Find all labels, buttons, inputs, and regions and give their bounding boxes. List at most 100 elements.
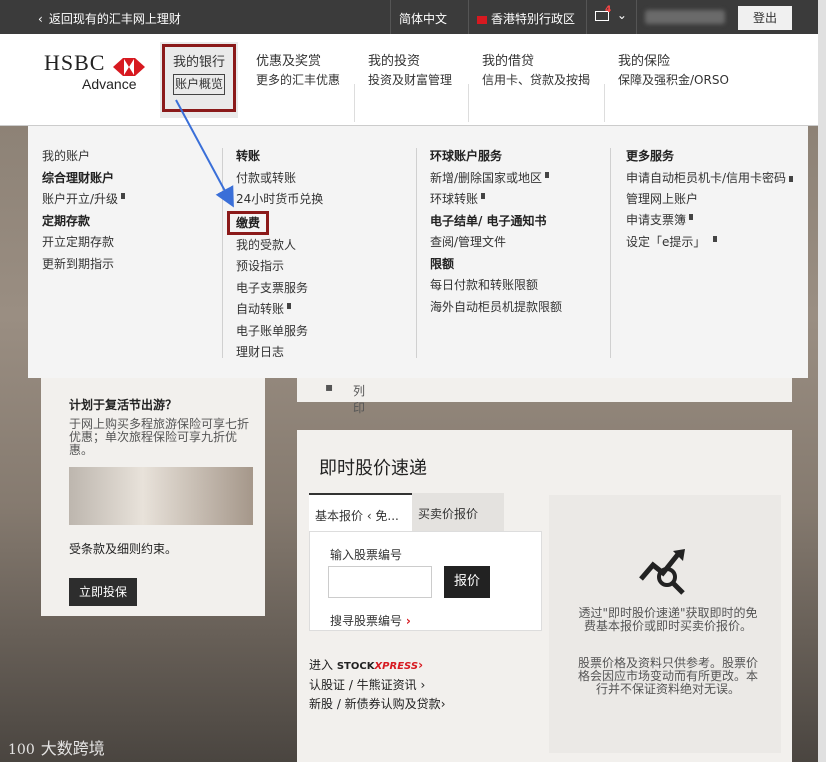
stockxpress-link[interactable]: 进入 STOCKXPRESS› [309,656,446,676]
menu-column-accounts: 我的账户 综合理财账户 账户开立/升级 定期存款 开立定期存款 更新到期指示 [42,146,126,276]
search-stock-link[interactable]: 搜寻股票编号 › [330,612,411,629]
quote-panel: 输入股票编号 报价 搜寻股票编号 › [309,531,542,631]
mail-button[interactable]: 4 ⌄ [586,0,636,34]
tab-bid-ask-quote[interactable]: 买卖价报价 [412,493,504,531]
menu-heading-time-deposit: 定期存款 [42,213,91,228]
quote-disclaimer: 股票价格及资料只供参考。股票价格会因应市场变动而有所更改。本行并不保证资料绝对无… [577,656,758,696]
logo-sub: Advance [82,76,137,92]
lock-icon [789,175,794,182]
highlight-box: 缴费 [227,210,270,235]
menu-item-bill-payment[interactable]: 缴费 [227,210,323,235]
language-label: 简体中文 [399,12,448,26]
menu-heading-e-statements: 电子结单/ 电子通知书 [430,213,547,228]
menu-item-global-transfer[interactable]: 环球转账 [430,189,562,211]
nav-insurance[interactable]: 我的保险 保障及强积金/ORSO [618,52,729,90]
menu-item-account-open[interactable]: 账户开立/升级 [42,189,126,211]
menu-item-add-remove-country[interactable]: 新增/删除国家或地区 [430,168,562,190]
promo-card: 计划于复活节出游？ 于网上购买多程旅游保险可享七折优惠；单次旅程保险可享九折优惠… [41,378,265,616]
region-selector[interactable]: 香港特别行政区 [468,0,586,34]
nav-label: 我的银行 [173,55,226,70]
menu-item-preset-instructions[interactable]: 预设指示 [236,256,323,278]
nav-divider [604,84,605,122]
menu-item-fx[interactable]: 24小时货币兑换 [236,189,323,211]
menu-item-maturity-instructions[interactable]: 更新到期指示 [42,254,125,276]
nav-sub[interactable]: 账户概览 [173,74,225,95]
highlight-box: 我的银行 账户概览 [162,44,236,112]
menu-item-label: 自动转账 [236,302,285,316]
hsbc-logo[interactable]: HSBC Advance [44,50,146,92]
menu-item-daily-limit[interactable]: 每日付款和转账限额 [430,275,562,297]
stock-code-input[interactable] [328,566,432,598]
menu-heading-transfer: 转账 [236,149,261,163]
menu-item-e-bill[interactable]: 电子账单服务 [236,321,323,343]
menu-item-open-deposit[interactable]: 开立定期存款 [42,232,125,254]
buy-now-button[interactable]: 立即投保 [69,578,137,606]
nav-borrowing[interactable]: 我的借贷信用卡、贷款及按揭 [482,52,590,90]
stock-quote-card: 即时股价速递 基本报价 ‹ 免... 买卖价报价 输入股票编号 报价 搜寻股票编… [297,430,792,762]
menu-item-manage-online[interactable]: 管理网上账户 [626,189,796,211]
print-link[interactable]: 列印 ▪ [325,380,365,415]
nav-label: 我的投资 [368,54,421,69]
nav-label: 我的借贷 [482,54,535,69]
nav-investment[interactable]: 我的投资 投资及财富管理 [368,52,452,90]
link-prefix: 进入 [309,658,337,672]
menu-item-payment-transfer[interactable]: 付款或转账 [236,168,323,190]
back-link[interactable]: ‹ 返回现有的汇丰网上理财 [38,10,181,27]
chevron-right-icon: › [418,658,424,672]
logout-button[interactable]: 登出 [738,6,792,30]
nav-sub: 信用卡、贷款及按揭 [482,73,591,87]
lock-icon [713,235,718,242]
nav-offers[interactable]: 优惠及奖赏 更多的汇丰优惠 [256,52,340,90]
menu-heading-global-services: 环球账户服务 [430,149,503,163]
menu-item-finance-diary[interactable]: 理财日志 [236,342,323,364]
blurred-username [645,10,725,24]
menu-item-my-accounts[interactable]: 我的账户 [42,146,125,168]
mail-count-badge: 4 [605,5,612,15]
menu-column-more: 更多服务 申请自动柜员机卡/信用卡密码 管理网上账户 申请支票簿 设定「e提示」 [626,146,796,253]
nav-label: 优惠及奖赏 [256,54,322,69]
language-selector[interactable]: 简体中文 ⌄ [390,0,468,41]
back-label: 返回现有的汇丰网上理财 [48,12,181,26]
tab-basic-quote[interactable]: 基本报价 ‹ 免... [309,493,412,531]
region-label: 香港特别行政区 [491,12,576,26]
quote-button[interactable]: 报价 [444,566,490,598]
lock-icon [287,303,292,309]
menu-item-atm-limit[interactable]: 海外自动柜员机提款限额 [430,297,562,319]
menu-item-label: 申请自动柜员机卡/信用卡密码 [626,170,787,185]
scrollbar[interactable] [818,0,826,762]
menu-divider [610,148,611,358]
quote-info-panel: 透过"即时股价速递"获取即时的免费基本报价或即时买卖价报价。 股票价格及资料只供… [549,495,781,753]
menu-item-auto-transfer[interactable]: 自动转账 [236,299,323,321]
menu-item-label: 申请支票簿 [626,213,687,227]
menu-divider [416,148,417,358]
promo-desc: 于网上购买多程旅游保险可享七折优惠；单次旅程保险可享九折优惠。 [69,417,250,457]
menu-item-e-alert[interactable]: 设定「e提示」 [626,232,796,254]
stock-code-label: 输入股票编号 [330,548,403,562]
warrants-label: 认股证 / 牛熊证资讯 [309,678,417,692]
promo-terms: 受条款及细则约束。 [69,542,178,556]
chevron-down-icon: ⌄ [616,8,627,22]
nav-my-banking[interactable]: 我的银行 账户概览 [160,42,238,118]
ipo-label: 新股 / 新债券认购及贷款 [309,697,441,711]
menu-heading-more-services: 更多服务 [626,149,675,163]
ipo-link[interactable]: 新股 / 新债券认购及贷款› [309,695,446,714]
warrants-link[interactable]: 认股证 / 牛熊证资讯 › [309,676,446,695]
quote-info-text: 透过"即时股价速递"获取即时的免费基本报价或即时买卖价报价。 [578,606,758,633]
menu-item-atm-pin[interactable]: 申请自动柜员机卡/信用卡密码 [626,168,796,189]
menu-item-my-payees[interactable]: 我的受款人 [236,235,323,257]
xpress-logo-text: XPRESS [374,661,419,672]
user-name [636,0,736,34]
menu-item-cheque-book[interactable]: 申请支票簿 [626,210,796,232]
watermark-logo: 100 [8,742,35,758]
print-label: 列印 [353,384,366,415]
chevron-left-icon: ‹ [38,12,43,26]
menu-item-view-documents[interactable]: 查阅/管理文件 [430,232,562,254]
nav-divider [354,84,355,122]
watermark: 100 大数跨境 [8,735,105,759]
menu-item-e-cheque[interactable]: 电子支票服务 [236,278,323,300]
lock-icon [481,193,486,199]
menu-item-label: 缴费 [236,215,261,230]
menu-item-label: 账户开立/升级 [42,192,119,206]
quote-title: 即时股价速递 [319,458,427,479]
watermark-text: 大数跨境 [40,739,105,758]
